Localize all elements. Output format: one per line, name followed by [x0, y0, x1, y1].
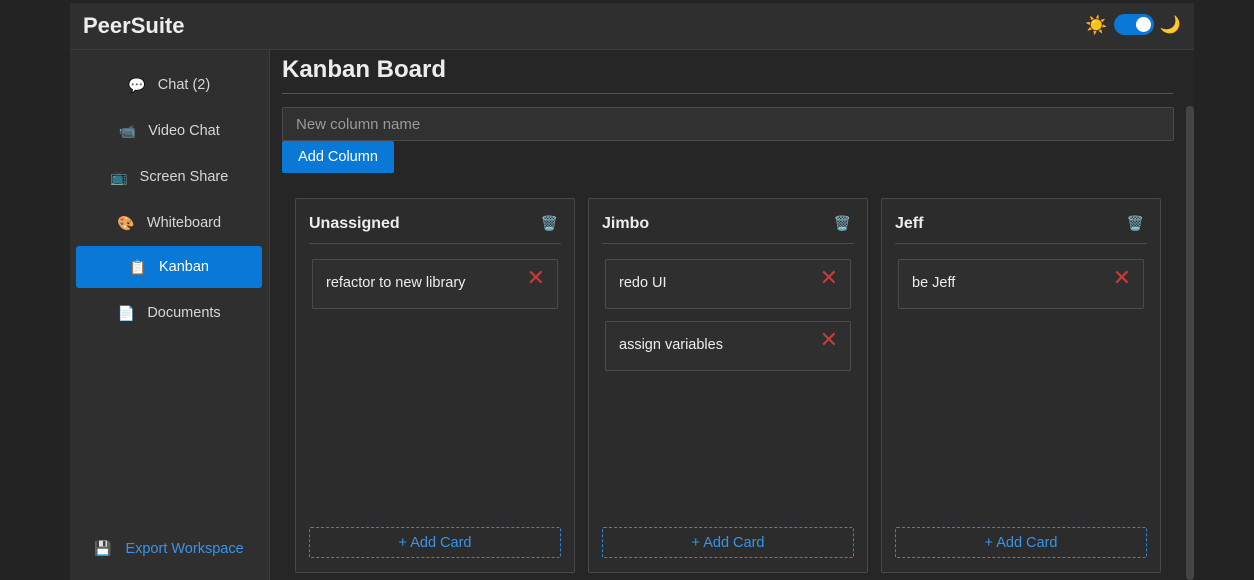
kanban-column-jimbo: Jimbo 🗑️ redo UI ✕ assign variables ✕ + …	[588, 198, 868, 573]
column-title: Jeff	[895, 215, 924, 232]
theme-toggle[interactable]	[1113, 14, 1154, 35]
column-title: Jimbo	[602, 215, 650, 232]
export-workspace-button[interactable]: 💾 Export Workspace	[94, 540, 244, 557]
card-text: assign variables	[619, 337, 723, 353]
app-brand: PeerSuite	[83, 13, 185, 38]
kanban-card[interactable]: assign variables ✕	[605, 321, 851, 371]
close-icon[interactable]: ✕	[1113, 266, 1131, 290]
sidebar-item-label: Chat (2)	[157, 77, 211, 93]
column-title: Unassigned	[309, 215, 400, 232]
sidebar-item-label: Screen Share	[139, 169, 229, 185]
television-icon: 📺	[109, 168, 128, 185]
kanban-card[interactable]: be Jeff ✕	[898, 259, 1144, 309]
header: PeerSuite ☀️ 🌙	[70, 3, 1194, 50]
kanban-column-jeff: Jeff 🗑️ be Jeff ✕ + Add Card	[881, 198, 1161, 573]
kanban-main: Kanban Board Add Column Unassigned 🗑️ re…	[282, 50, 1194, 580]
sidebar-item-label: Kanban	[159, 259, 209, 275]
new-column-input[interactable]	[282, 107, 1174, 141]
sidebar-item-whiteboard[interactable]: 🎨 Whiteboard	[76, 202, 262, 244]
card-text: be Jeff	[912, 275, 956, 291]
close-icon[interactable]: ✕	[820, 328, 838, 352]
moon-icon: 🌙	[1159, 14, 1181, 34]
floppy-disk-icon: 💾	[94, 540, 112, 556]
clipboard-icon: 📋	[129, 258, 147, 275]
app-window: PeerSuite ☀️ 🌙 💬 Chat (2) 📹 Video Chat 📺…	[70, 3, 1194, 580]
video-camera-icon: 📹	[118, 122, 136, 139]
trash-icon[interactable]: 🗑️	[541, 215, 558, 232]
sidebar-item-label: Documents	[147, 305, 221, 321]
scrollbar[interactable]	[1186, 106, 1194, 580]
kanban-column-unassigned: Unassigned 🗑️ refactor to new library ✕ …	[295, 198, 575, 573]
chat-icon: 💬	[128, 76, 146, 93]
toggle-knob	[1135, 17, 1151, 32]
sidebar-item-label: Video Chat	[148, 123, 220, 139]
add-card-button[interactable]: + Add Card	[309, 527, 561, 558]
sidebar-item-screen-share[interactable]: 📺 Screen Share	[76, 156, 262, 198]
card-text: refactor to new library	[326, 275, 466, 291]
column-header: Jimbo 🗑️	[602, 213, 854, 244]
add-card-button[interactable]: + Add Card	[602, 527, 854, 558]
column-header: Jeff 🗑️	[895, 213, 1147, 244]
export-workspace-label: Export Workspace	[125, 540, 244, 557]
sidebar-item-label: Whiteboard	[146, 215, 222, 231]
page-title: Kanban Board	[282, 56, 447, 83]
sidebar-item-documents[interactable]: 📄 Documents	[76, 292, 262, 334]
column-header: Unassigned 🗑️	[309, 213, 561, 244]
trash-icon[interactable]: 🗑️	[1127, 215, 1144, 232]
kanban-card[interactable]: redo UI ✕	[605, 259, 851, 309]
sidebar-item-video-chat[interactable]: 📹 Video Chat	[76, 110, 262, 152]
sidebar-item-kanban[interactable]: 📋 Kanban	[76, 246, 262, 288]
theme-switcher: ☀️ 🌙	[1085, 14, 1181, 35]
sidebar-item-chat[interactable]: 💬 Chat (2)	[76, 64, 262, 106]
trash-icon[interactable]: 🗑️	[834, 215, 851, 232]
card-text: redo UI	[619, 275, 667, 291]
kanban-card[interactable]: refactor to new library ✕	[312, 259, 558, 309]
sun-icon: ☀️	[1085, 14, 1108, 35]
close-icon[interactable]: ✕	[820, 266, 838, 290]
close-icon[interactable]: ✕	[527, 266, 545, 290]
document-icon: 📄	[117, 304, 136, 321]
title-divider	[282, 93, 1173, 94]
add-column-button[interactable]: Add Column	[282, 141, 394, 173]
add-card-button[interactable]: + Add Card	[895, 527, 1147, 558]
palette-icon: 🎨	[117, 214, 135, 231]
sidebar: 💬 Chat (2) 📹 Video Chat 📺 Screen Share 🎨…	[70, 50, 270, 580]
